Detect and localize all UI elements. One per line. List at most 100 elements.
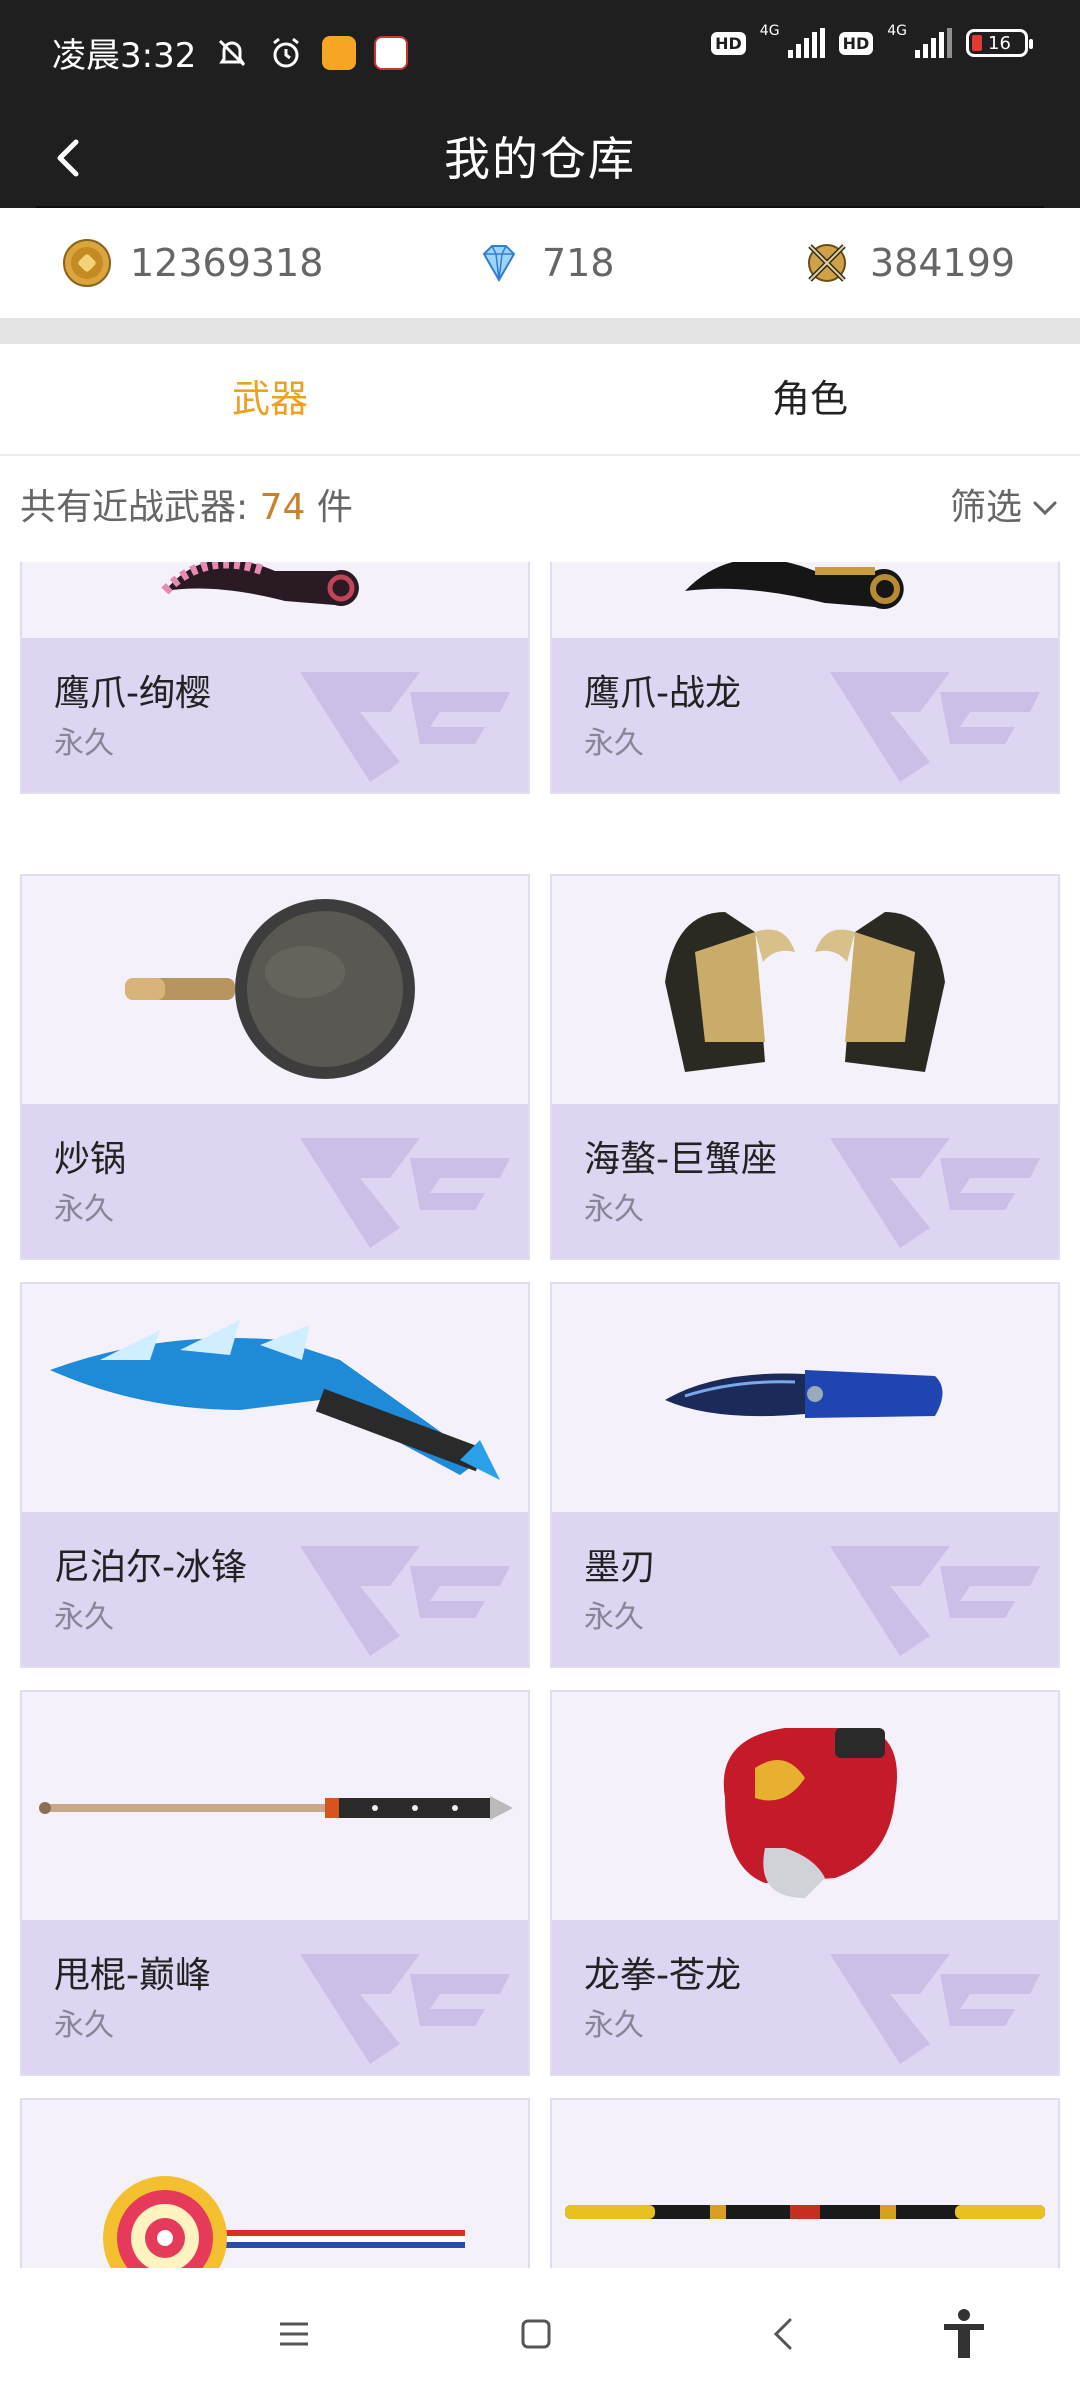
item-card[interactable]: 鹰爪-绚樱 永久 bbox=[20, 562, 530, 794]
item-name: 龙拳-苍龙 bbox=[584, 1955, 741, 1996]
gold-balance: 12369318 bbox=[62, 238, 323, 288]
item-grid: 鹰爪-绚樱 永久 鹰爪-战龙 永久 炒锅 永久 海螯-巨蟹座 永久 尼泊尔-冰锋… bbox=[0, 562, 1080, 2268]
status-bar: 凌晨3:32 HD 4G HD 4G 16 bbox=[0, 0, 1080, 110]
gold-coin-icon bbox=[63, 239, 111, 287]
diamond-amount: 718 bbox=[542, 241, 615, 285]
item-name: 鹰爪-绚樱 bbox=[54, 673, 211, 714]
signal-icon bbox=[787, 28, 825, 58]
game-notification-icon bbox=[374, 35, 409, 70]
chevron-down-icon bbox=[1033, 501, 1057, 516]
app-notification-icon bbox=[322, 35, 357, 70]
item-name: 尼泊尔-冰锋 bbox=[54, 1547, 247, 1588]
crossed-swords-icon bbox=[808, 244, 846, 282]
karambit-pink-icon bbox=[22, 562, 528, 642]
menu-button[interactable] bbox=[264, 2304, 324, 2364]
item-name: 甩棍-巅峰 bbox=[54, 1955, 211, 1996]
item-duration: 永久 bbox=[584, 2008, 644, 2043]
tab-characters[interactable]: 角色 bbox=[540, 344, 1080, 454]
item-info: 鹰爪-战龙 永久 bbox=[552, 638, 1058, 792]
count-number: 74 bbox=[259, 487, 306, 528]
item-info: 尼泊尔-冰锋 永久 bbox=[22, 1512, 528, 1666]
tab-weapons[interactable]: 武器 bbox=[0, 344, 540, 454]
currency-bar: 12369318 718 384199 bbox=[0, 208, 1080, 318]
item-card[interactable]: 尼泊尔-冰锋 永久 bbox=[20, 1282, 530, 1668]
section-divider bbox=[0, 318, 1080, 344]
item-card[interactable]: 海螯-巨蟹座 永久 bbox=[550, 874, 1060, 1260]
hd-badge: HD bbox=[838, 31, 874, 55]
item-name: 鹰爪-战龙 bbox=[584, 673, 741, 714]
item-name: 墨刃 bbox=[584, 1547, 657, 1588]
token-balance: 384199 bbox=[802, 238, 1015, 288]
cf-logo-watermark bbox=[300, 1546, 510, 1656]
square-icon bbox=[521, 2319, 551, 2349]
cf-logo-watermark bbox=[830, 1546, 1040, 1656]
item-info: 墨刃 永久 bbox=[552, 1512, 1058, 1666]
item-duration: 永久 bbox=[584, 726, 644, 761]
nav-back-button[interactable] bbox=[754, 2304, 814, 2364]
title-bar: 我的仓库 bbox=[0, 110, 1080, 208]
item-count: 共有近战武器: 74 件 bbox=[20, 456, 353, 560]
kukri-ice-icon bbox=[22, 1284, 528, 1516]
item-info: 炒锅 永久 bbox=[22, 1104, 528, 1258]
folding-knife-icon bbox=[552, 1284, 1058, 1516]
cf-logo-watermark bbox=[830, 1954, 1040, 2064]
home-button[interactable] bbox=[506, 2304, 566, 2364]
golden-staff-icon bbox=[552, 2100, 1058, 2268]
back-arrow-icon bbox=[773, 2318, 792, 2350]
item-info: 龙拳-苍龙 永久 bbox=[552, 1920, 1058, 2074]
diamond-balance: 718 bbox=[474, 238, 615, 288]
diamond-icon bbox=[482, 245, 516, 283]
mute-icon bbox=[214, 35, 250, 71]
item-card[interactable]: 龙拳-苍龙 永久 bbox=[550, 1690, 1060, 2076]
filter-button[interactable]: 筛选 bbox=[950, 456, 1060, 560]
karambit-gold-icon bbox=[552, 562, 1058, 642]
hd-badge: HD bbox=[711, 31, 746, 55]
battery-icon: 16 bbox=[966, 29, 1033, 57]
alarm-icon bbox=[268, 35, 304, 71]
item-card[interactable]: 炒锅 永久 bbox=[20, 874, 530, 1260]
item-name: 海螯-巨蟹座 bbox=[584, 1139, 777, 1180]
item-duration: 永久 bbox=[54, 1192, 114, 1227]
item-card[interactable] bbox=[20, 2098, 530, 2268]
count-prefix: 共有近战武器: bbox=[20, 487, 249, 528]
baton-icon bbox=[22, 1692, 528, 1924]
accessibility-icon bbox=[944, 2309, 984, 2358]
cf-logo-watermark bbox=[830, 672, 1040, 782]
signal-icon bbox=[915, 28, 952, 58]
tab-bar: 武器 角色 bbox=[0, 344, 1080, 456]
filter-label: 筛选 bbox=[949, 487, 1022, 528]
item-name: 炒锅 bbox=[54, 1139, 127, 1180]
item-card[interactable]: 甩棍-巅峰 永久 bbox=[20, 1690, 530, 2076]
item-info: 鹰爪-绚樱 永久 bbox=[22, 638, 528, 792]
cf-logo-watermark bbox=[300, 1138, 510, 1248]
menu-icon bbox=[280, 2322, 308, 2346]
wok-icon bbox=[22, 876, 528, 1108]
network-type: 4G bbox=[759, 23, 780, 39]
item-card[interactable]: 墨刃 永久 bbox=[550, 1282, 1060, 1668]
network-type: 4G bbox=[887, 23, 907, 39]
summary-bar: 共有近战武器: 74 件 筛选 bbox=[0, 456, 1080, 562]
item-card[interactable]: 鹰爪-战龙 永久 bbox=[550, 562, 1060, 794]
token-amount: 384199 bbox=[870, 241, 1016, 285]
system-nav-bar bbox=[0, 2268, 1080, 2400]
item-duration: 永久 bbox=[54, 1600, 114, 1635]
cf-logo-watermark bbox=[300, 672, 510, 782]
lollipop-icon bbox=[22, 2100, 528, 2268]
battery-level: 16 bbox=[988, 32, 1011, 54]
cf-logo-watermark bbox=[300, 1954, 510, 2064]
item-duration: 永久 bbox=[54, 2008, 114, 2043]
cf-logo-watermark bbox=[830, 1138, 1040, 1248]
item-info: 甩棍-巅峰 永久 bbox=[22, 1920, 528, 2074]
gold-amount: 12369318 bbox=[130, 241, 324, 285]
page-title: 我的仓库 bbox=[444, 132, 636, 186]
accessibility-button[interactable] bbox=[934, 2304, 994, 2364]
status-time: 凌晨3:32 bbox=[52, 36, 197, 76]
boxing-glove-icon bbox=[552, 1692, 1058, 1924]
count-suffix: 件 bbox=[316, 487, 353, 528]
item-duration: 永久 bbox=[584, 1600, 644, 1635]
item-info: 海螯-巨蟹座 永久 bbox=[552, 1104, 1058, 1258]
item-card[interactable] bbox=[550, 2098, 1060, 2268]
item-duration: 永久 bbox=[54, 726, 114, 761]
item-duration: 永久 bbox=[584, 1192, 644, 1227]
crab-claw-gauntlet-icon bbox=[552, 876, 1058, 1108]
